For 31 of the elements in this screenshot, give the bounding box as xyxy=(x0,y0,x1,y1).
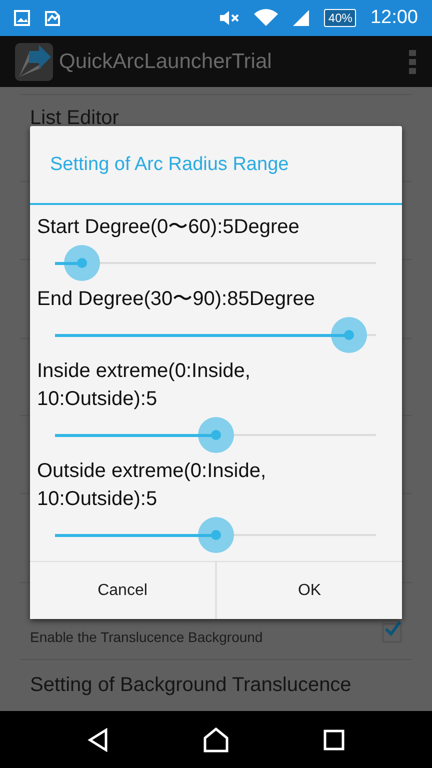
dialog-button[interactable]: OK xyxy=(215,562,402,619)
slider-thumb[interactable] xyxy=(198,517,234,553)
slider-thumb[interactable] xyxy=(198,417,234,453)
app-title: QuickArcLauncherTrial xyxy=(59,50,273,74)
setting-title: Setting of Background Translucence xyxy=(30,674,352,697)
battery-level: 40% xyxy=(324,9,356,27)
dialog-button[interactable]: Cancel xyxy=(30,562,215,619)
checkbox[interactable] xyxy=(382,623,402,643)
slider[interactable] xyxy=(55,515,376,555)
wifi-icon xyxy=(254,9,278,27)
slider-label: Outside extreme(0:Inside, 10:Outside):5 xyxy=(36,459,267,512)
slider-thumb[interactable] xyxy=(331,317,368,353)
signal-icon xyxy=(292,9,310,27)
slider-label: Start Degree(0〜60):5Degree xyxy=(36,215,300,240)
app-logo-icon xyxy=(15,42,53,80)
dialog-title: Setting of Arc Radius Range xyxy=(30,126,402,205)
clock: 12:00 xyxy=(370,7,418,29)
slider-label: End Degree(30〜90):85Degree xyxy=(36,287,316,312)
home-icon[interactable] xyxy=(203,726,229,752)
recents-icon[interactable] xyxy=(323,728,345,750)
slider-thumb[interactable] xyxy=(64,245,100,281)
overflow-menu-icon[interactable] xyxy=(409,50,417,74)
slider[interactable] xyxy=(55,415,376,455)
setting-summary: Enable the Translucence Background xyxy=(30,629,264,645)
document-icon xyxy=(44,10,62,26)
slider-label: Inside extreme(0:Inside, 10:Outside):5 xyxy=(36,359,252,412)
back-icon[interactable] xyxy=(87,728,109,752)
image-icon xyxy=(14,10,30,26)
slider[interactable] xyxy=(55,243,376,283)
mute-icon xyxy=(218,9,240,27)
slider[interactable] xyxy=(55,315,376,355)
